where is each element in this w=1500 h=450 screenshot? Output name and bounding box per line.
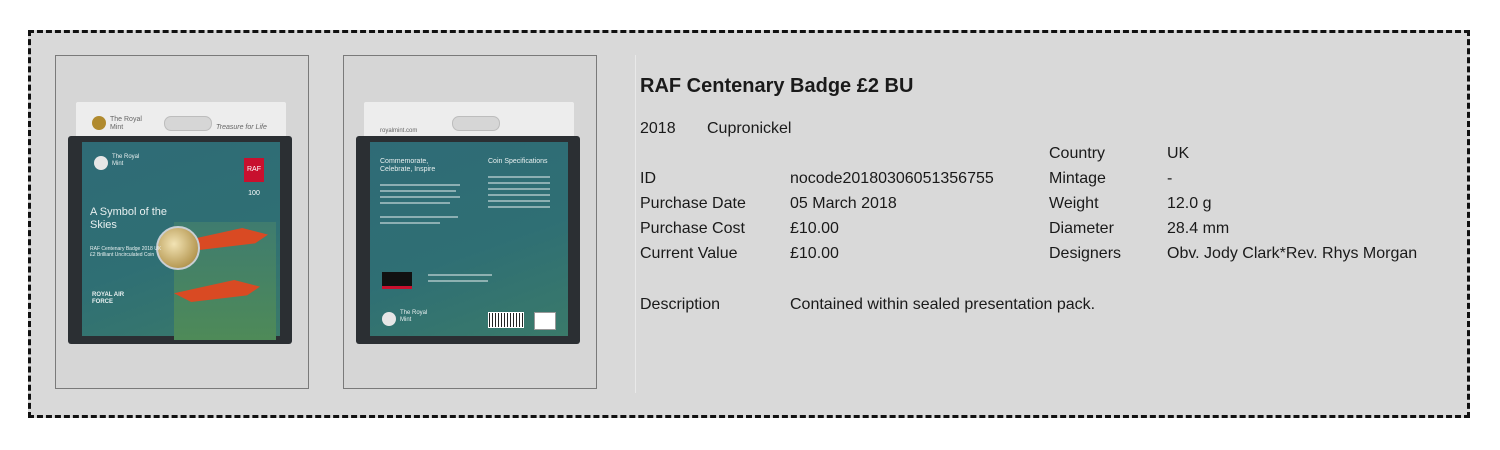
recycle-icon <box>534 312 556 330</box>
weight-label: Weight <box>1049 195 1099 212</box>
royal-mint-logo-icon <box>382 312 396 326</box>
country-value: UK <box>1167 145 1190 162</box>
front-photo: The Royal Mint Treasure for Life The Roy… <box>55 55 309 389</box>
purchase-cost-value: £10.00 <box>790 220 839 237</box>
coin-record-card: The Royal Mint Treasure for Life The Roy… <box>28 30 1470 418</box>
raf-mark: ROYAL AIR FORCE <box>92 292 125 305</box>
mintage-value: - <box>1167 170 1173 187</box>
id-value: nocode20180306051356755 <box>790 170 994 187</box>
front-packaging-image: The Royal Mint Treasure for Life The Roy… <box>68 102 292 344</box>
union-flag-icon <box>382 272 412 289</box>
id-label: ID <box>640 170 656 187</box>
back-packaging-image: royalmint.com Commemorate, Celebrate, In… <box>356 102 580 344</box>
coin-image <box>156 226 200 270</box>
description-label: Description <box>640 296 721 313</box>
back-photo: royalmint.com Commemorate, Celebrate, In… <box>343 55 597 389</box>
royal-mint-logo-icon <box>94 156 108 170</box>
country-label: Country <box>1049 145 1106 162</box>
current-value-label: Current Value <box>640 245 738 262</box>
purchase-date-label: Purchase Date <box>640 195 746 212</box>
spec-heading: Coin Specifications <box>488 158 548 165</box>
slogan-text: Treasure for Life <box>216 124 267 131</box>
royal-mint-crest-icon <box>92 116 106 130</box>
pack-headline: A Symbol of the Skies <box>90 206 168 231</box>
pack-subline: RAF Centenary Badge 2018 UK £2 Brilliant… <box>90 246 162 258</box>
diameter-value: 28.4 mm <box>1167 220 1230 237</box>
coin-year: 2018 <box>640 120 676 137</box>
purchase-cost-label: Purchase Cost <box>640 220 745 237</box>
divider <box>635 55 636 393</box>
designers-value: Obv. Jody Clark*Rev. Rhys Morgan <box>1167 245 1418 262</box>
card-sleeve: Commemorate, Celebrate, Inspire Coin Spe… <box>370 142 568 336</box>
purchase-date-value: 05 March 2018 <box>790 195 897 212</box>
card-sleeve: The Royal Mint RAF 100 A Symbol of the S… <box>82 142 280 340</box>
back-heading: Commemorate, Celebrate, Inspire <box>380 158 436 173</box>
diameter-label: Diameter <box>1049 220 1114 237</box>
coin-title: RAF Centenary Badge £2 BU <box>640 75 914 97</box>
brand-text: The Royal Mint <box>110 116 142 131</box>
website-text: royalmint.com <box>380 128 418 134</box>
mintage-label: Mintage <box>1049 170 1106 187</box>
current-value-value: £10.00 <box>790 245 839 262</box>
barcode-icon <box>488 312 524 328</box>
weight-value: 12.0 g <box>1167 195 1212 212</box>
raf-100-badge: RAF 100 <box>244 158 264 197</box>
description-value: Contained within sealed presentation pac… <box>790 296 1096 313</box>
coin-material: Cupronickel <box>707 120 792 137</box>
designers-label: Designers <box>1049 245 1122 262</box>
